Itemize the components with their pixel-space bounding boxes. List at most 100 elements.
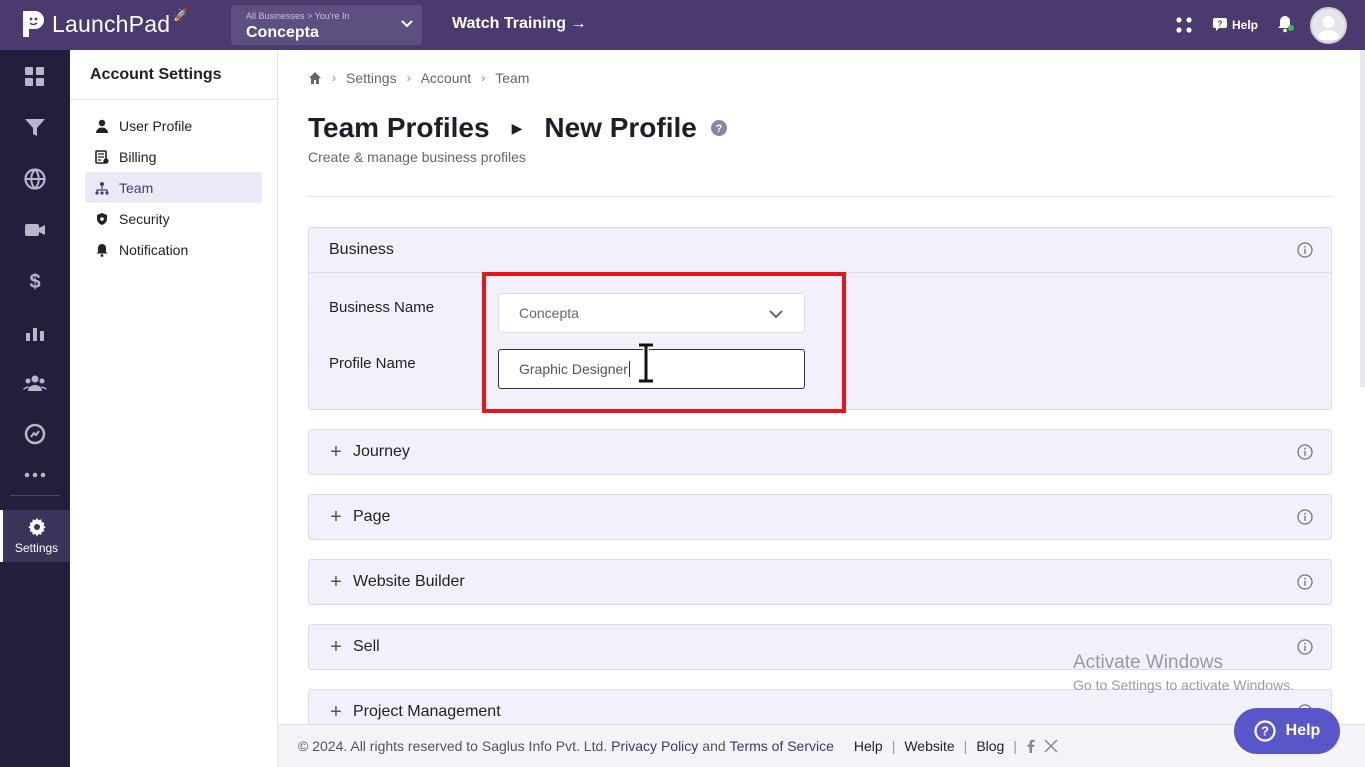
info-icon[interactable] xyxy=(1297,639,1313,655)
business-name-label: Business Name xyxy=(329,299,435,316)
footer-help-link[interactable]: Help xyxy=(854,738,883,754)
shield-icon xyxy=(97,212,107,225)
video-icon[interactable] xyxy=(23,218,47,242)
activate-windows-watermark: Activate Windows Go to Settings to activ… xyxy=(1073,652,1294,693)
sidebar-item-security[interactable]: Security xyxy=(85,203,262,234)
sidebar-item-label: User Profile xyxy=(119,117,193,134)
section-header[interactable]: + Journey xyxy=(309,430,1331,474)
watermark-line2: Go to Settings to activate Windows. xyxy=(1073,677,1294,693)
highlight-box xyxy=(482,272,846,413)
help-top-label: Help xyxy=(1232,17,1259,32)
launchpad-logo[interactable]: LaunchPad 🚀 xyxy=(20,8,189,39)
gear-icon xyxy=(28,518,46,537)
info-icon[interactable] xyxy=(1297,509,1313,525)
privacy-policy-link[interactable]: Privacy Policy xyxy=(611,738,698,754)
sidebar-item-team[interactable]: Team xyxy=(85,172,262,203)
avatar[interactable] xyxy=(1310,7,1347,44)
more-icon[interactable] xyxy=(23,463,47,487)
info-icon[interactable] xyxy=(1297,574,1313,590)
dashboard-icon[interactable] xyxy=(23,65,47,89)
settings-sidebar: Account Settings User Profile Billing Te… xyxy=(70,50,278,767)
user-avatar-icon xyxy=(1317,16,1340,40)
breadcrumb-separator: › xyxy=(406,71,411,85)
watermark-line1: Activate Windows xyxy=(1073,652,1223,673)
dollar-icon[interactable]: $ xyxy=(23,269,47,293)
sidebar-title: Account Settings xyxy=(90,66,222,83)
top-bar: LaunchPad 🚀 All Businesses > You're In C… xyxy=(0,0,1365,50)
people-icon[interactable] xyxy=(23,371,47,395)
section-label: Website Builder xyxy=(353,573,465,590)
plus-icon: + xyxy=(330,570,342,593)
page-description: Create & manage business profiles xyxy=(308,149,526,165)
terms-link[interactable]: Terms of Service xyxy=(730,738,834,754)
svg-text:?: ? xyxy=(1261,724,1269,739)
profile-name-label: Profile Name xyxy=(329,355,416,372)
apps-grid-icon[interactable] xyxy=(1175,16,1193,34)
analytics-icon[interactable] xyxy=(23,320,47,344)
footer-blog-link[interactable]: Blog xyxy=(976,738,1004,754)
help-top-button[interactable]: ? Help xyxy=(1212,17,1258,32)
section-label: Project Management xyxy=(353,703,501,720)
help-floating-button[interactable]: ? Help xyxy=(1234,708,1340,754)
info-icon[interactable] xyxy=(1297,242,1313,258)
x-icon[interactable] xyxy=(1044,739,1058,753)
notification-bell-icon[interactable] xyxy=(1276,14,1294,34)
business-panel-title: Business xyxy=(329,241,394,258)
sidebar-item-notification[interactable]: Notification xyxy=(85,234,262,265)
help-fab-label: Help xyxy=(1285,722,1321,739)
svg-text:?: ? xyxy=(715,123,722,135)
sidebar-item-label: Notification xyxy=(119,241,189,258)
text-cursor-icon xyxy=(639,343,653,383)
sidebar-item-label: Billing xyxy=(119,148,157,165)
breadcrumb-team: Team xyxy=(495,70,530,86)
rocket-icon: 🚀 xyxy=(173,8,189,22)
journey-section[interactable]: + Journey xyxy=(308,429,1332,475)
section-label: Page xyxy=(353,508,391,525)
logo-mark-icon xyxy=(23,11,44,37)
business-panel-header[interactable]: Business xyxy=(309,228,1331,272)
footer-website-link[interactable]: Website xyxy=(904,738,954,754)
team-icon xyxy=(95,181,109,195)
footer-divider: | xyxy=(1013,738,1017,754)
user-icon xyxy=(96,119,108,133)
scrollbar[interactable] xyxy=(1360,50,1365,387)
section-header[interactable]: + Website Builder xyxy=(309,560,1331,604)
plus-icon: + xyxy=(330,440,342,463)
business-selector[interactable]: All Businesses > You're In Concepta xyxy=(231,5,422,45)
business-crumb: All Businesses > You're In xyxy=(246,11,350,21)
website-builder-section[interactable]: + Website Builder xyxy=(308,559,1332,605)
business-name: Concepta xyxy=(246,24,319,41)
footer-and: and xyxy=(702,738,726,754)
section-header[interactable]: + Page xyxy=(309,495,1331,539)
sidebar-item-user-profile[interactable]: User Profile xyxy=(85,110,262,141)
footer-divider: | xyxy=(891,738,896,754)
chevron-down-icon xyxy=(401,20,413,28)
footer-copyright: © 2024. All rights reserved to Saglus In… xyxy=(298,738,608,754)
question-icon[interactable]: ? xyxy=(710,120,727,136)
rail-settings-item[interactable]: Settings xyxy=(0,510,70,562)
caret-right-icon: ▶ xyxy=(511,119,523,136)
sidebar-divider xyxy=(70,99,277,100)
bell-icon xyxy=(96,243,108,257)
breadcrumb-settings[interactable]: Settings xyxy=(346,70,397,86)
breadcrumb-separator: › xyxy=(332,71,336,85)
info-icon[interactable] xyxy=(1297,444,1313,460)
chart-circle-icon[interactable] xyxy=(23,422,47,446)
watch-training-link[interactable]: Watch Training → xyxy=(452,15,587,33)
globe-icon[interactable] xyxy=(23,167,47,191)
left-rail: $ Settings xyxy=(0,50,70,767)
svg-text:?: ? xyxy=(1218,20,1223,29)
header-divider xyxy=(308,196,1332,197)
funnel-icon[interactable] xyxy=(23,116,47,140)
home-icon[interactable] xyxy=(308,71,322,85)
help-bubble-icon: ? xyxy=(1213,18,1227,31)
breadcrumb-account[interactable]: Account xyxy=(421,70,472,86)
question-circle-icon: ? xyxy=(1254,720,1276,742)
logo-text: LaunchPad xyxy=(52,10,171,37)
facebook-icon[interactable] xyxy=(1026,739,1036,753)
footer-divider: | xyxy=(963,738,968,754)
plus-icon: + xyxy=(330,635,342,658)
page-section[interactable]: + Page xyxy=(308,494,1332,540)
sidebar-item-billing[interactable]: Billing xyxy=(85,141,262,172)
page-title: Team Profiles ▶ New Profile ? xyxy=(308,112,727,144)
